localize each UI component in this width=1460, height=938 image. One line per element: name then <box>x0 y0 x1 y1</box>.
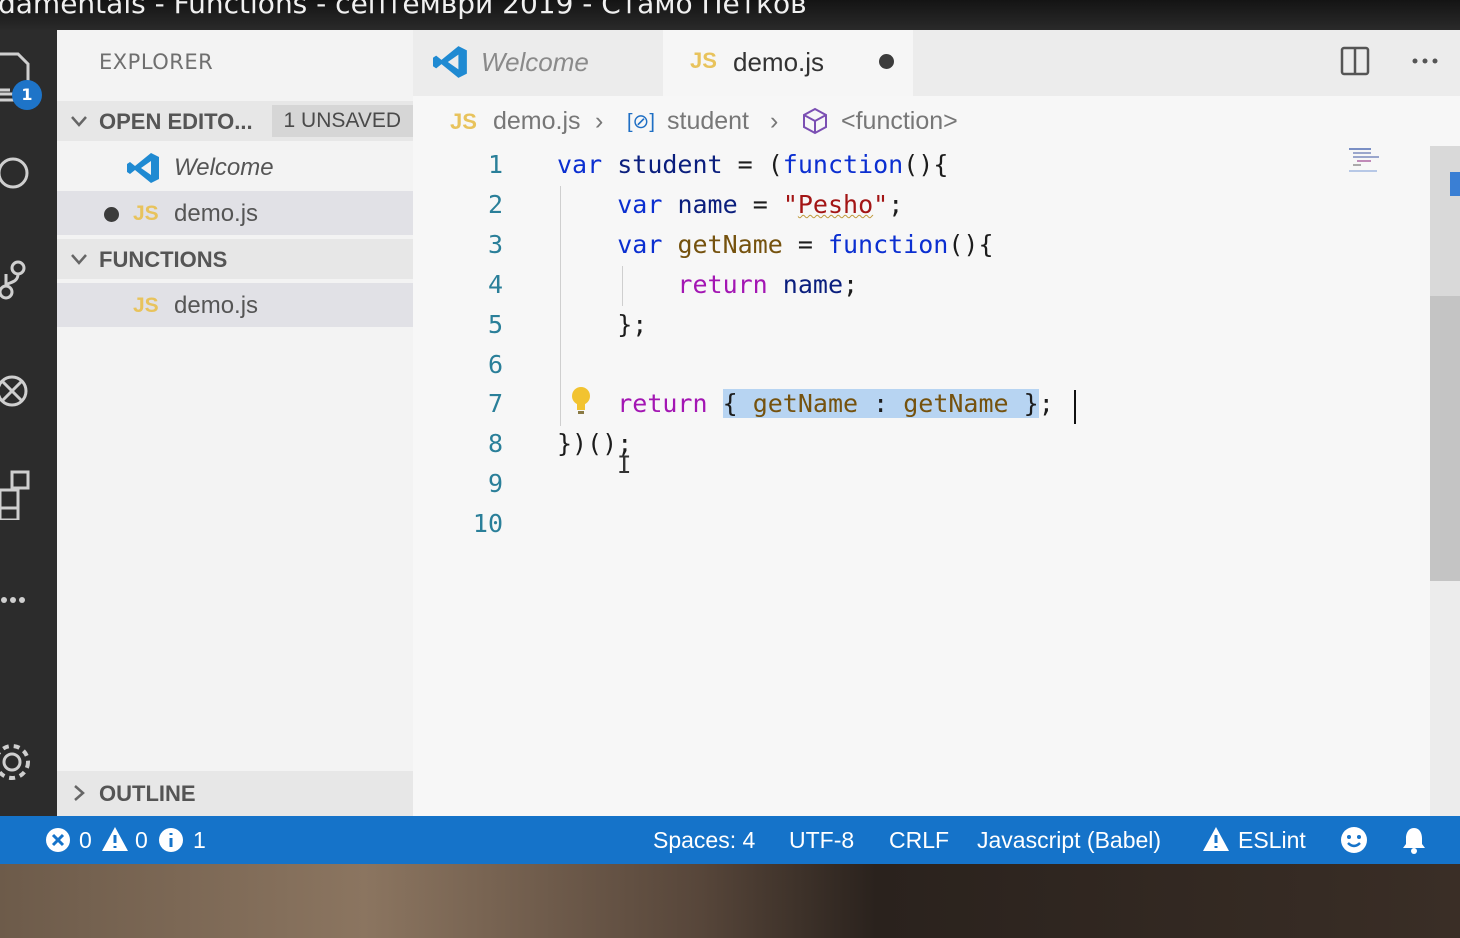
open-editor-label: Welcome <box>174 154 274 181</box>
encoding-status[interactable]: UTF-8 <box>789 827 854 854</box>
extensions-icon[interactable] <box>0 470 40 522</box>
chevron-right-icon <box>74 785 85 801</box>
code-line: }; <box>557 310 648 339</box>
feedback-smiley-icon[interactable] <box>1340 826 1368 854</box>
chevron-down-icon <box>71 116 87 127</box>
lightbulb-icon[interactable] <box>569 386 593 416</box>
error-icon[interactable] <box>45 827 71 853</box>
warning-icon <box>1203 827 1229 851</box>
gear-icon[interactable] <box>0 736 40 780</box>
more-icon[interactable] <box>0 585 40 625</box>
code-editor[interactable]: 1 2 3 4 5 6 7 8 9 10 var student = (func… <box>413 146 1460 816</box>
line-number: 1 <box>487 150 503 179</box>
code-line: var name = "Pesho"; <box>617 190 904 219</box>
vscode-logo-icon <box>127 153 159 183</box>
video-background <box>0 864 1460 938</box>
debug-icon[interactable] <box>0 365 40 407</box>
tab-welcome[interactable]: Welcome <box>413 30 663 96</box>
scrollbar-thumb[interactable] <box>1430 296 1460 581</box>
js-file-icon: JS <box>133 294 159 317</box>
line-number: 9 <box>487 469 503 498</box>
vscode-logo-icon <box>433 46 467 78</box>
text-cursor <box>1074 390 1076 424</box>
video-title: damentals - Functions - септември 2019 -… <box>0 0 1460 30</box>
line-number: 2 <box>487 190 503 219</box>
js-file-icon: JS <box>690 48 717 73</box>
indentation-status[interactable]: Spaces: 4 <box>653 827 755 854</box>
functions-folder-header[interactable]: FUNCTIONS <box>57 239 413 279</box>
scrollbar-marker <box>1450 172 1460 196</box>
source-control-icon[interactable] <box>0 258 40 300</box>
status-bar: 0 0 1 Spaces: 4 UTF-8 CRLF Javascript (B… <box>0 816 1460 864</box>
notifications-bell-icon[interactable] <box>1400 826 1428 854</box>
chevron-down-icon <box>71 254 87 265</box>
unsaved-dot-icon <box>104 207 119 222</box>
info-count[interactable]: 1 <box>193 827 206 854</box>
breadcrumb-file[interactable]: demo.js <box>493 107 581 136</box>
mouse-ibeam-icon: I <box>617 451 632 479</box>
language-mode[interactable]: Javascript (Babel) <box>977 827 1161 854</box>
warning-count[interactable]: 0 <box>135 827 148 854</box>
search-icon[interactable] <box>0 155 40 195</box>
line-number: 5 <box>487 310 503 339</box>
js-file-icon: JS <box>133 202 159 225</box>
info-icon[interactable] <box>158 827 184 853</box>
file-demo-js[interactable]: JS demo.js <box>57 283 413 327</box>
functions-folder-label: FUNCTIONS <box>99 247 228 272</box>
open-editors-header[interactable]: OPEN EDITO... 1 UNSAVED <box>57 101 413 141</box>
open-editors-label: OPEN EDITO... <box>99 109 253 134</box>
error-count[interactable]: 0 <box>79 827 92 854</box>
eol-status[interactable]: CRLF <box>889 827 949 854</box>
vertical-scrollbar[interactable] <box>1430 146 1460 816</box>
split-editor-icon[interactable] <box>1340 46 1370 76</box>
tab-demo-js[interactable]: JS demo.js <box>663 30 913 96</box>
line-number: 10 <box>472 509 503 538</box>
cube-icon <box>803 107 827 135</box>
activity-bar: 1 <box>0 30 57 816</box>
scrollbar-top-region <box>1430 146 1460 296</box>
minimap[interactable] <box>1345 146 1405 176</box>
open-editor-demo-js[interactable]: JS demo.js <box>57 191 413 235</box>
explorer-title: EXPLORER <box>99 50 214 74</box>
outline-header[interactable]: OUTLINE <box>57 771 413 816</box>
more-actions-icon[interactable] <box>1410 46 1440 76</box>
line-number: 7 <box>487 389 503 418</box>
outline-label: OUTLINE <box>99 781 196 806</box>
open-editor-label: demo.js <box>174 200 259 227</box>
js-file-icon: JS <box>450 109 477 134</box>
variable-icon: [⊘] <box>627 111 655 133</box>
unsaved-dot-icon[interactable] <box>879 54 894 69</box>
tab-label: Welcome <box>481 47 589 77</box>
eslint-status[interactable]: ESLint <box>1238 827 1306 854</box>
breadcrumb-symbol[interactable]: student <box>667 107 749 136</box>
chevron-right-icon: › <box>595 107 604 135</box>
unsaved-badge: 1 UNSAVED <box>271 105 413 137</box>
line-number: 3 <box>487 230 503 259</box>
explorer-badge: 1 <box>12 80 42 110</box>
line-number: 6 <box>487 350 503 379</box>
chevron-right-icon: › <box>770 107 779 135</box>
breadcrumb-scope[interactable]: <function> <box>841 107 958 136</box>
breadcrumb: JS demo.js › [⊘] student › <function> <box>413 96 1460 146</box>
editor-tab-bar: Welcome JS demo.js <box>413 30 1460 96</box>
file-label: demo.js <box>174 292 259 319</box>
code-line: return { getName : getName }; <box>617 389 1054 418</box>
tab-label: demo.js <box>733 47 825 77</box>
line-number: 8 <box>487 429 503 458</box>
code-line: return name; <box>677 270 859 299</box>
code-line: var getName = function(){ <box>617 230 994 259</box>
explorer-sidebar: EXPLORER OPEN EDITO... 1 UNSAVED Welcome… <box>57 30 413 816</box>
open-editor-welcome[interactable]: Welcome <box>57 145 413 189</box>
warning-icon[interactable] <box>101 826 129 852</box>
line-number: 4 <box>487 270 503 299</box>
code-line: var student = (function(){ <box>557 150 949 179</box>
